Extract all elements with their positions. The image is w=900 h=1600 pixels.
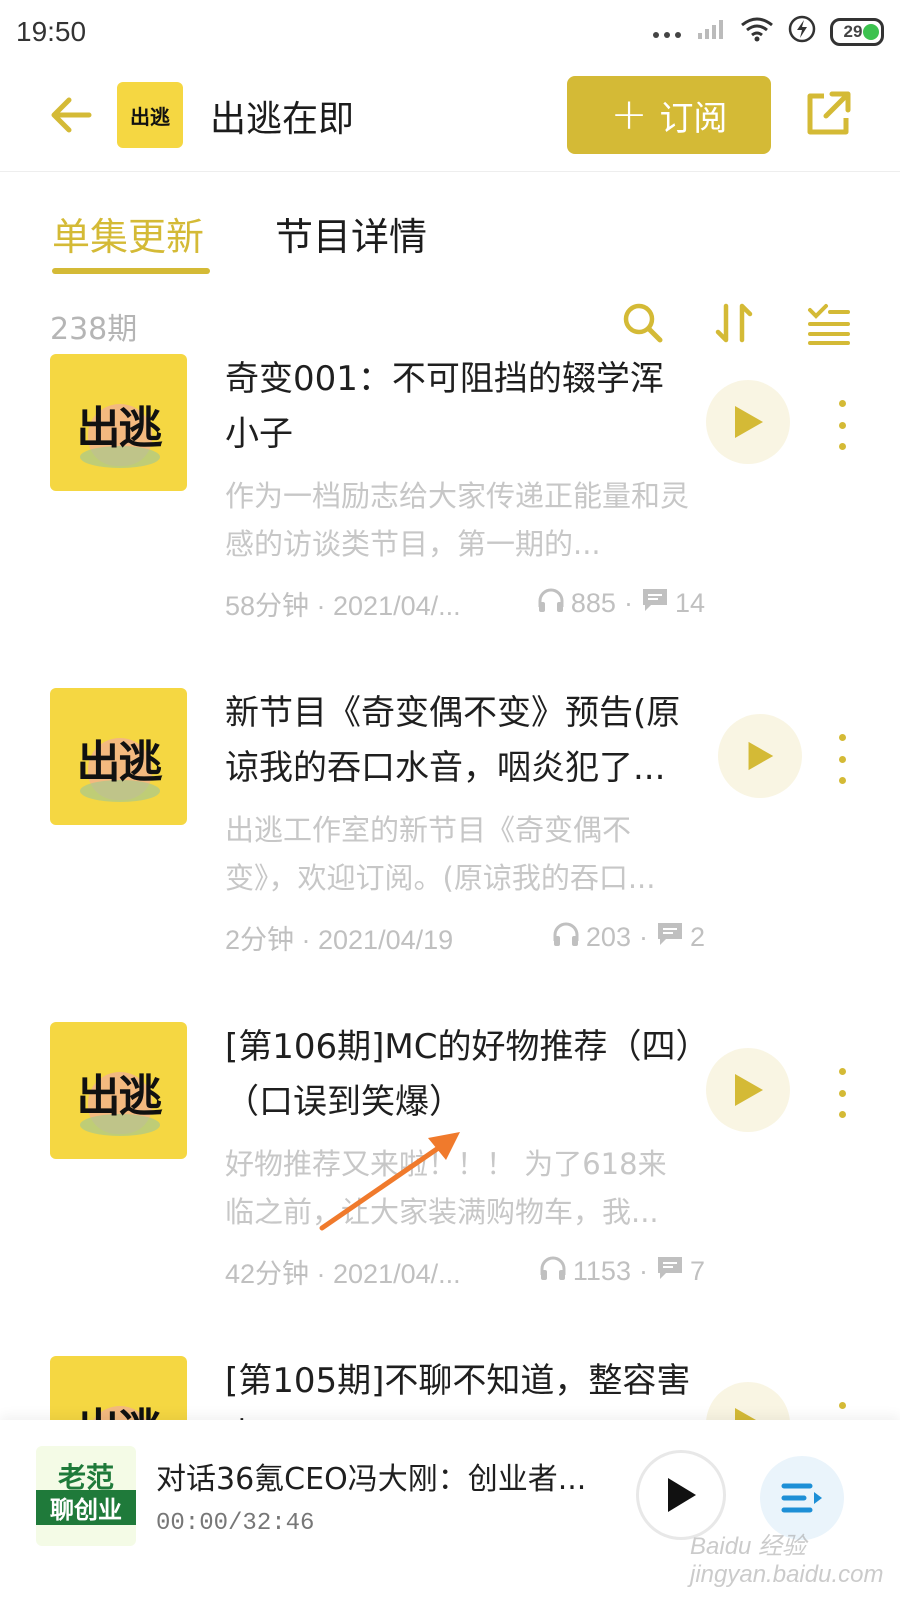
play-icon (735, 406, 763, 438)
tab-bar: 单集更新 节目详情 (0, 206, 900, 276)
now-playing-cover: 老范 聊创业 (36, 1446, 136, 1546)
show-title: 出逃在即 (210, 99, 355, 140)
subscribe-label: 订阅 (659, 98, 728, 139)
episode-play-count: 1153 (572, 1256, 631, 1286)
charging-icon (788, 15, 816, 49)
episode-title[interactable]: 奇变001：不可阻挡的辍学浑小子 (225, 352, 695, 462)
headphones-icon (537, 587, 565, 620)
episode-play-button[interactable] (706, 1048, 790, 1132)
episode-comment-count: 2 (689, 922, 705, 952)
episode-play-count: 885 (570, 588, 616, 618)
episode-more-button[interactable] (830, 400, 854, 450)
episode-more-button[interactable] (830, 1402, 854, 1420)
comment-icon (641, 587, 669, 620)
episode-comment-count: 7 (689, 1256, 705, 1286)
show-cover: 出逃 (117, 82, 183, 148)
now-playing-cover-line2: 聊创业 (36, 1490, 136, 1525)
episode-meta: 42分钟 · 2021/04/... 1153 · 7 (225, 1252, 705, 1291)
episode-duration-date: 2分钟 · 2021/04/19 (225, 925, 454, 955)
share-button[interactable] (802, 88, 854, 140)
annotation-arrow-icon (319, 1132, 460, 1231)
play-icon (668, 1478, 696, 1512)
episode-cover: 出逃 (50, 354, 187, 491)
filter-list-icon (808, 304, 850, 345)
signal-bars-icon (696, 17, 726, 47)
signal-dots-icon (652, 18, 682, 46)
show-cover-logo: 出逃 (130, 104, 170, 129)
episode-cover: 出逃 (50, 1022, 187, 1159)
status-time: 19:50 (16, 16, 87, 47)
episode-description: 作为一档励志给大家传递正能量和灵感的访谈类节目，第一期的... (225, 479, 690, 561)
episode-play-button[interactable] (706, 380, 790, 464)
episode-item[interactable]: 出逃 [第105期]不聊不知道，整容害寺... (0, 1356, 900, 1420)
episode-play-button[interactable] (706, 1382, 790, 1420)
battery-icon: 29 (830, 18, 884, 46)
episode-cover: 出逃 (50, 1356, 187, 1420)
episode-title[interactable]: [第106期]MC的好物推荐（四）（口误到笑爆） (225, 1020, 695, 1130)
episode-item[interactable]: 出逃 新节目《奇变偶不变》预告(原谅我的吞口水音，咽炎犯了... 出逃工作室的新… (0, 688, 900, 1022)
battery-level: 29 (843, 22, 863, 41)
search-icon (623, 303, 663, 343)
episode-title[interactable]: [第105期]不聊不知道，整容害寺... (225, 1356, 695, 1420)
episode-cover-logo: 出逃 (76, 737, 163, 788)
arrow-left-icon (51, 97, 92, 133)
tab-episodes[interactable]: 单集更新 (52, 206, 204, 261)
filter-button[interactable] (806, 300, 852, 346)
sort-icon (715, 303, 753, 343)
back-button[interactable] (46, 90, 96, 140)
episode-more-button[interactable] (830, 1068, 854, 1118)
subscribe-button[interactable]: + 订阅 (567, 76, 771, 154)
episode-cover-logo: 出逃 (50, 1394, 187, 1420)
headphones-icon (552, 921, 580, 954)
comment-icon (656, 1255, 684, 1288)
tab-details[interactable]: 节目详情 (275, 206, 427, 261)
search-button[interactable] (620, 300, 666, 346)
headphones-icon (539, 1255, 567, 1288)
now-playing-title[interactable]: 对话36氪CEO冯大刚：创业者... (156, 1454, 596, 1498)
episode-cover: 出逃 (50, 688, 187, 825)
mini-player[interactable]: 老范 聊创业 对话36氪CEO冯大刚：创业者... 00:00/32:46 Ba… (0, 1420, 900, 1600)
episode-duration-date: 58分钟 · 2021/04/... (225, 591, 461, 621)
list-toolbar: 238期 (0, 296, 900, 356)
episode-more-button[interactable] (830, 734, 854, 784)
sort-button[interactable] (712, 300, 758, 346)
plus-icon: + (610, 89, 648, 140)
play-icon (748, 741, 774, 771)
watermark: Baidu 经验 jingyan.baidu.com (690, 1533, 884, 1588)
status-icons: 29 (652, 15, 884, 49)
now-playing-time: 00:00/32:46 (156, 1510, 315, 1537)
share-icon (807, 91, 851, 135)
episode-play-button[interactable] (718, 714, 802, 798)
tab-active-indicator (52, 268, 210, 274)
status-bar: 19:50 29 (0, 0, 900, 64)
play-icon (735, 1408, 756, 1420)
comment-icon (656, 921, 684, 954)
episode-cover-logo: 出逃 (76, 1071, 163, 1122)
episode-comment-count: 14 (674, 588, 705, 618)
episode-item[interactable]: 出逃 奇变001：不可阻挡的辍学浑小子 作为一档励志给大家传递正能量和灵感的访谈… (0, 354, 900, 688)
wifi-icon (740, 16, 774, 48)
app-header: 出逃 出逃在即 + 订阅 (0, 68, 900, 172)
play-icon (735, 1074, 763, 1106)
episode-title[interactable]: 新节目《奇变偶不变》预告(原谅我的吞口水音，咽炎犯了... (225, 686, 695, 796)
episode-play-count: 203 (585, 922, 631, 952)
episode-meta: 58分钟 · 2021/04/... 885 · 14 (225, 584, 705, 623)
episode-count: 238期 (50, 312, 138, 347)
episode-description: 出逃工作室的新节目《奇变偶不变》，欢迎订阅。(原谅我的吞口... (225, 813, 656, 895)
playlist-icon (781, 1483, 822, 1513)
episode-cover-logo: 出逃 (76, 403, 163, 454)
episode-duration-date: 42分钟 · 2021/04/... (225, 1259, 461, 1289)
episode-meta: 2分钟 · 2021/04/19 203 · 2 (225, 918, 705, 957)
